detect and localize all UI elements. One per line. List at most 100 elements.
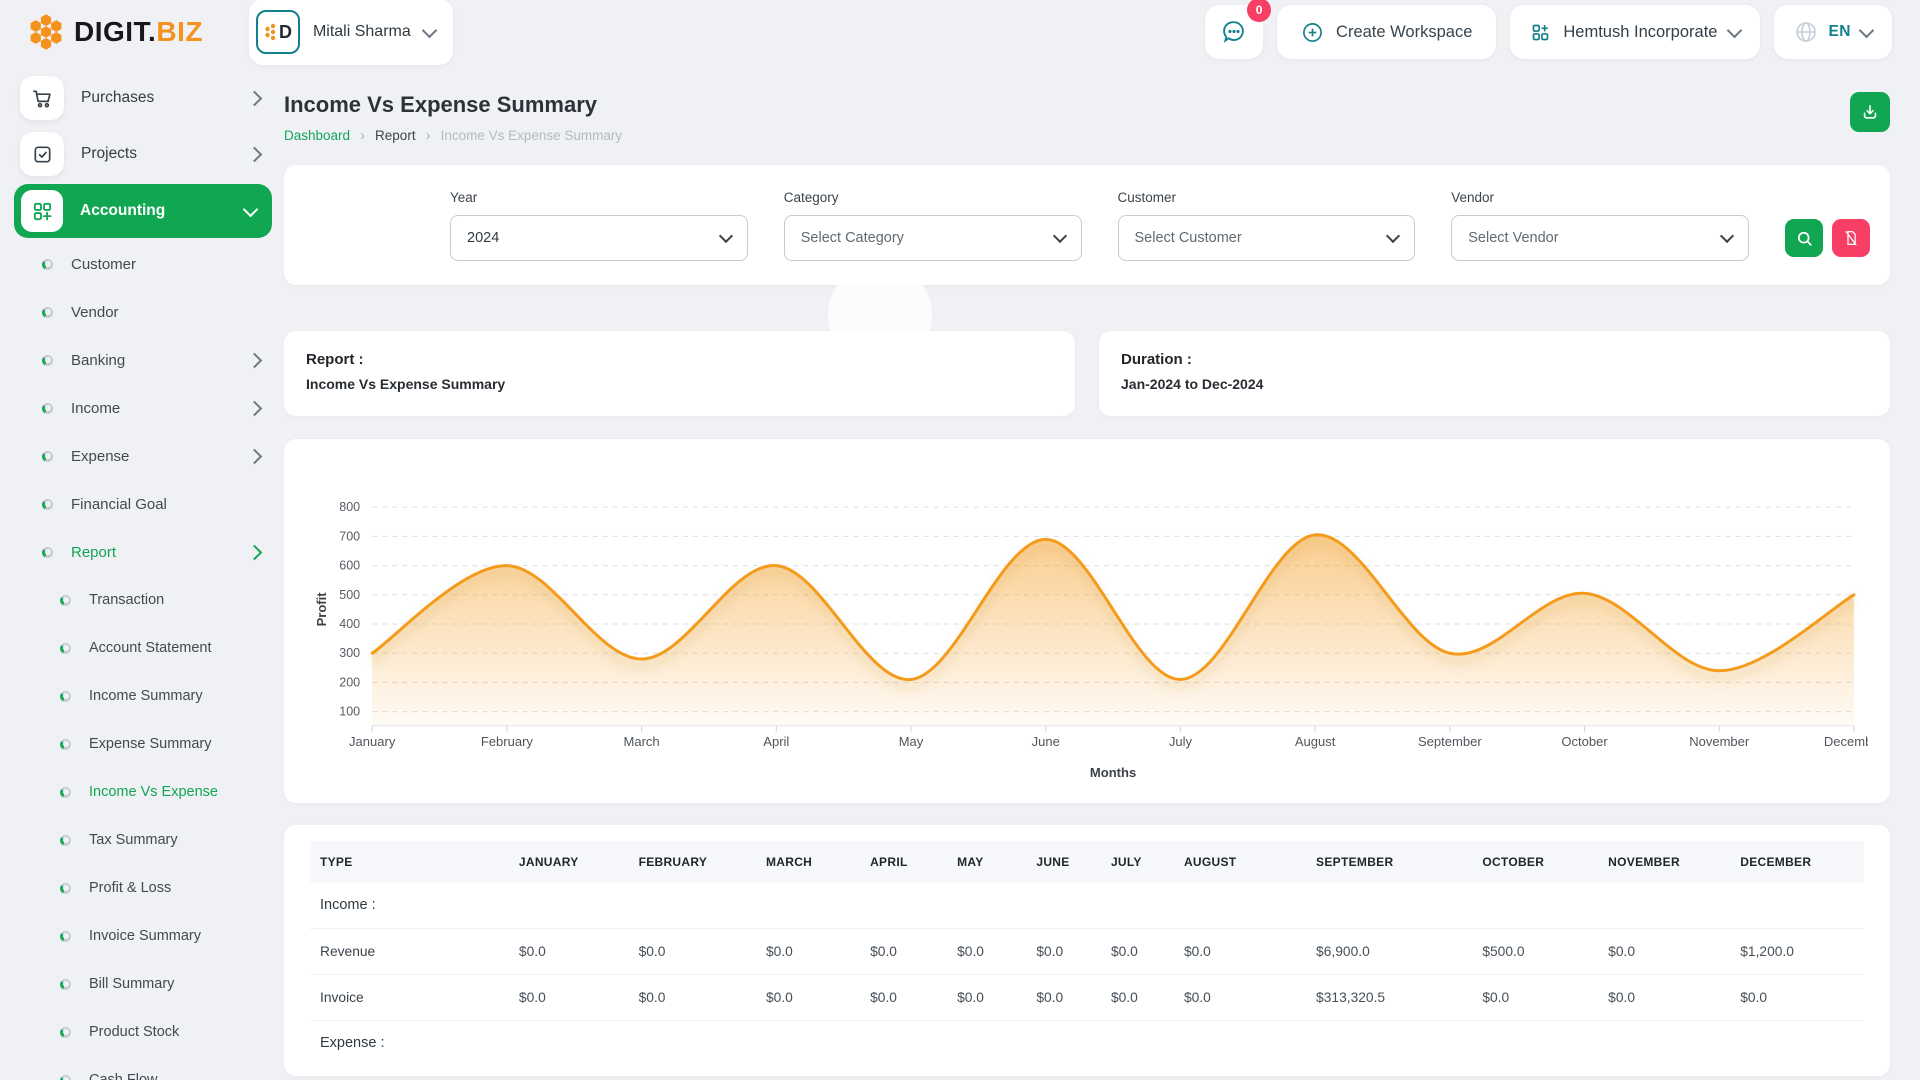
chevron-separator-icon: › — [360, 128, 365, 143]
sidebar-item-banking[interactable]: Banking — [0, 336, 284, 384]
table-header-august: AUGUST — [1174, 841, 1306, 883]
chevron-down-icon — [1859, 22, 1875, 38]
bullet-icon — [42, 499, 53, 510]
sidebar-item-expense-summary[interactable]: Expense Summary — [0, 720, 284, 768]
vendor-select[interactable]: Select Vendor — [1451, 215, 1749, 261]
sidebar-item-invoice-summary[interactable]: Invoice Summary — [0, 912, 284, 960]
sidebar-item-tax-summary[interactable]: Tax Summary — [0, 816, 284, 864]
chart-card: 800700600500400300200100ProfitJanuaryFeb… — [284, 439, 1890, 803]
top-bar: DIGIT.BIZ D Mitali Sharma 0 Create Works… — [0, 0, 1920, 64]
year-label: Year — [450, 190, 748, 205]
workspace-initial: D — [279, 22, 292, 43]
category-select[interactable]: Select Category — [784, 215, 1082, 261]
filter-bar: Year 2024 Category Select Category Custo… — [284, 165, 1890, 285]
main-content: Income Vs Expense Summary Dashboard › Re… — [284, 64, 1920, 1080]
year-select[interactable]: 2024 — [450, 215, 748, 261]
table-cell: $0.0 — [756, 974, 860, 1020]
workspace-user-selector[interactable]: D Mitali Sharma — [249, 0, 453, 65]
breadcrumb: Dashboard › Report › Income Vs Expense S… — [284, 128, 622, 143]
create-workspace-button[interactable]: Create Workspace — [1277, 5, 1496, 59]
y-axis-tick: 100 — [339, 705, 360, 719]
y-axis-label: Profit — [314, 592, 329, 627]
table-cell: $0.0 — [1174, 974, 1306, 1020]
duration-card-label: Duration : — [1121, 351, 1868, 368]
bullet-icon — [42, 355, 53, 366]
sidebar-item-product-stock[interactable]: Product Stock — [0, 1008, 284, 1056]
sidebar-item-financial-goal[interactable]: Financial Goal — [0, 480, 284, 528]
sidebar-item-label: Expense Summary — [89, 736, 212, 752]
summary-row: Report : Income Vs Expense Summary Durat… — [284, 331, 1890, 416]
table-cell: $0.0 — [1472, 974, 1598, 1020]
table-header-may: MAY — [947, 841, 1026, 883]
table-header-march: MARCH — [756, 841, 860, 883]
bullet-icon — [60, 883, 71, 894]
clipboard-check-icon — [20, 132, 64, 176]
category-value: Select Category — [801, 230, 904, 246]
sidebar-item-label: Financial Goal — [71, 496, 167, 513]
sidebar-item-bill-summary[interactable]: Bill Summary — [0, 960, 284, 1008]
search-icon — [1795, 229, 1814, 248]
chevron-right-icon — [247, 400, 263, 416]
sidebar-item-transaction[interactable]: Transaction — [0, 576, 284, 624]
create-workspace-label: Create Workspace — [1336, 23, 1472, 42]
search-button[interactable] — [1785, 219, 1823, 257]
company-selector[interactable]: Hemtush Incorporate — [1510, 5, 1760, 59]
sidebar-item-label: Cash Flow — [89, 1072, 158, 1080]
sidebar: PurchasesProjectsAccounting Customer Vendo… — [0, 64, 284, 1080]
breadcrumb-dashboard[interactable]: Dashboard — [284, 128, 350, 143]
download-icon — [1860, 102, 1880, 122]
language-selector[interactable]: EN — [1774, 5, 1892, 59]
vendor-label: Vendor — [1451, 190, 1749, 205]
sidebar-item-account-statement[interactable]: Account Statement — [0, 624, 284, 672]
table-header-november: NOVEMBER — [1598, 841, 1730, 883]
sidebar-item-label: Profit & Loss — [89, 880, 171, 896]
table-cell: $0.0 — [1730, 974, 1864, 1020]
sidebar-item-customer[interactable]: Customer — [0, 240, 284, 288]
brand-hexagon-icon — [26, 12, 66, 52]
table-header-june: JUNE — [1026, 841, 1101, 883]
x-axis-tick: November — [1689, 734, 1750, 749]
y-axis-tick: 600 — [339, 559, 360, 573]
bullet-icon — [42, 403, 53, 414]
sidebar-item-income[interactable]: Income — [0, 384, 284, 432]
table-header-april: APRIL — [860, 841, 947, 883]
reset-filter-button[interactable] — [1832, 219, 1870, 257]
x-axis-tick: March — [624, 734, 660, 749]
chevron-right-icon — [247, 448, 263, 464]
brand-logo: DIGIT.BIZ — [26, 12, 203, 52]
sidebar-item-report[interactable]: Report — [0, 528, 284, 576]
company-name: Hemtush Incorporate — [1563, 23, 1717, 42]
table-cell: $0.0 — [629, 974, 756, 1020]
report-card-value: Income Vs Expense Summary — [306, 376, 1053, 392]
chat-button[interactable]: 0 — [1205, 5, 1263, 59]
table-cell: $0.0 — [1598, 928, 1730, 974]
sidebar-item-expense[interactable]: Expense — [0, 432, 284, 480]
chevron-down-icon — [1720, 228, 1734, 242]
sidebar-item-projects[interactable]: Projects — [0, 126, 284, 182]
table-row-revenue: Revenue$0.0$0.0$0.0$0.0$0.0$0.0$0.0$0.0$… — [310, 928, 1864, 974]
income-expense-table: TYPEJANUARYFEBRUARYMARCHAPRILMAYJUNEJULY… — [310, 841, 1864, 1066]
sidebar-item-label: Banking — [71, 352, 125, 369]
sidebar-item-profit-loss[interactable]: Profit & Loss — [0, 864, 284, 912]
x-axis-tick: October — [1561, 734, 1608, 749]
sidebar-item-label: Customer — [71, 256, 136, 273]
table-cell: $0.0 — [1026, 974, 1101, 1020]
download-button[interactable] — [1850, 92, 1890, 132]
y-axis-tick: 400 — [339, 617, 360, 631]
sidebar-item-accounting[interactable]: Accounting — [14, 184, 272, 238]
table-cell: $0.0 — [509, 974, 629, 1020]
table-header-january: JANUARY — [509, 841, 629, 883]
sidebar-item-vendor[interactable]: Vendor — [0, 288, 284, 336]
breadcrumb-current: Income Vs Expense Summary — [441, 128, 623, 143]
report-card-label: Report : — [306, 351, 1053, 368]
report-card: Report : Income Vs Expense Summary — [284, 331, 1075, 416]
sidebar-item-label: Income — [71, 400, 120, 417]
y-axis-tick: 200 — [339, 675, 360, 689]
sidebar-item-purchases[interactable]: Purchases — [0, 70, 284, 126]
sidebar-item-income-summary[interactable]: Income Summary — [0, 672, 284, 720]
customer-select[interactable]: Select Customer — [1118, 215, 1416, 261]
table-cell: $6,900.0 — [1306, 928, 1472, 974]
sidebar-item-cash-flow[interactable]: Cash Flow — [0, 1056, 284, 1080]
sidebar-item-income-vs-expense[interactable]: Income Vs Expense — [0, 768, 284, 816]
breadcrumb-report[interactable]: Report — [375, 128, 416, 143]
